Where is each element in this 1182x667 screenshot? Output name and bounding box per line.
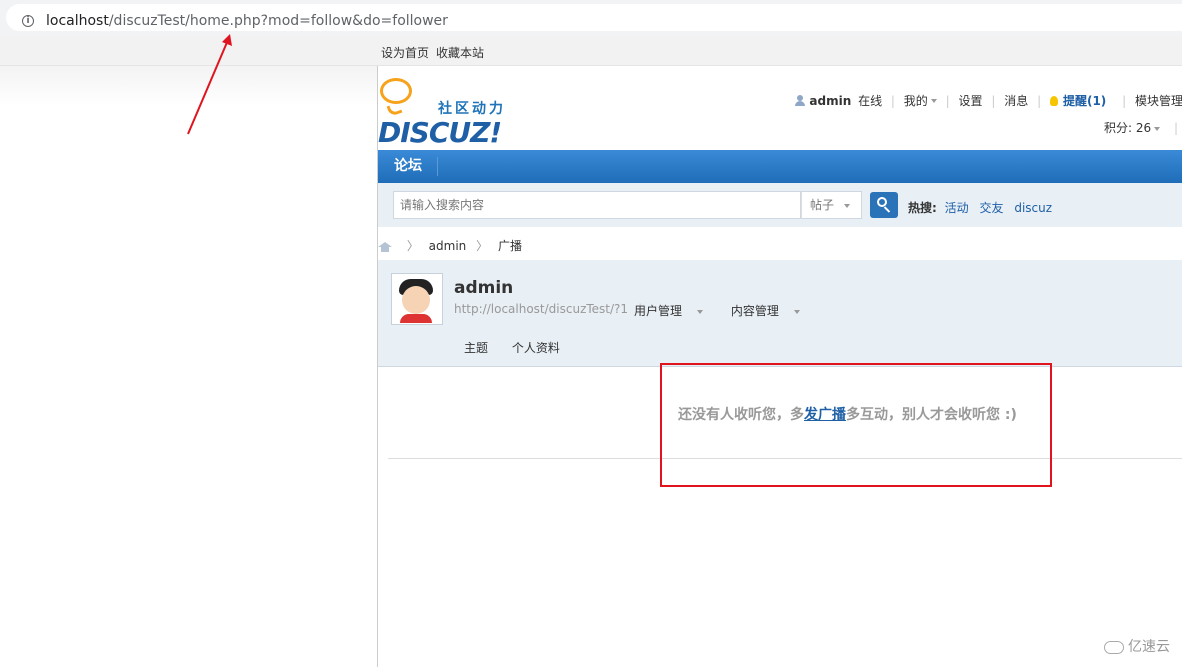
hot-search-label: 热搜: [908, 201, 937, 215]
chevron-down-icon [793, 309, 800, 314]
nav-divider [437, 157, 438, 176]
hot-search-item[interactable]: 交友 [979, 201, 1003, 215]
search-type-select[interactable]: 帖子 [801, 191, 862, 219]
profile-header: admin http://localhost/discuzTest/?1 | 用户… [378, 260, 1182, 367]
browser-address-bar: i localhost/discuzTest/home.php?mod=foll… [0, 0, 1182, 36]
bookmark-link[interactable]: 收藏本站 [436, 44, 484, 61]
my-menu[interactable]: 我的 [904, 92, 937, 109]
separator: | [1037, 93, 1042, 108]
avatar-face [402, 286, 430, 314]
separator: | [890, 93, 895, 108]
search-icon-handle [883, 206, 891, 213]
score-label: 积分: 26 [1103, 121, 1152, 135]
separator: | [945, 93, 950, 108]
search-type-label: 帖子 [810, 198, 835, 212]
tab-topics[interactable]: 主题 [464, 341, 488, 355]
user-bar: admin 在线 | 我的 | 设置 | 消息 | 提醒(1) | 模块管理 [795, 92, 1182, 109]
watermark-text: 亿速云 [1128, 639, 1170, 655]
hot-search: 热搜: 活动 交友 discuz [908, 199, 1059, 216]
logo-wordmark: DISCUZ! [378, 116, 502, 149]
watermark: 亿速云 [1104, 636, 1170, 656]
nav-forum[interactable]: 论坛 [378, 150, 438, 183]
search-button[interactable] [870, 192, 898, 218]
top-toolbar: 设为首页 收藏本站 [0, 36, 1182, 66]
url-text[interactable]: localhost/discuzTest/home.php?mod=follow… [46, 13, 448, 29]
info-icon[interactable]: i [22, 15, 34, 27]
separator: | [991, 93, 996, 108]
breadcrumb-user[interactable]: admin [429, 239, 467, 253]
hot-search-item[interactable]: discuz [1014, 201, 1052, 215]
chevron-right-icon: 〉 [406, 239, 419, 253]
annotation-highlight-box [660, 363, 1052, 487]
chevron-right-icon: 〉 [476, 239, 489, 253]
tab-profile[interactable]: 个人资料 [512, 341, 560, 355]
score-bar: 积分: 26 | [1104, 119, 1182, 136]
online-status: 在线 [858, 94, 883, 108]
cloud-icon [1104, 640, 1124, 654]
separator: | [1122, 93, 1127, 108]
set-homepage-link[interactable]: 设为首页 [381, 44, 429, 61]
lightbulb-icon [1049, 95, 1058, 106]
messages-link[interactable]: 消息 [1004, 92, 1028, 109]
score-menu[interactable]: 积分: 26 [1103, 121, 1161, 135]
logo-subtitle: 社区动力 [438, 101, 506, 117]
settings-link[interactable]: 设置 [959, 92, 983, 109]
search-icon [877, 197, 887, 207]
avatar[interactable] [391, 273, 443, 325]
hot-search-item[interactable]: 活动 [945, 201, 969, 215]
chevron-down-icon [930, 98, 937, 103]
logo-bulb-icon [380, 78, 412, 104]
profile-menu: 用户管理 内容管理 [634, 302, 824, 319]
module-manage-link[interactable]: 模块管理 [1135, 92, 1182, 109]
url-host: localhost [46, 13, 109, 29]
url-field[interactable]: i localhost/discuzTest/home.php?mod=foll… [6, 4, 1182, 31]
discuz-logo[interactable]: 社区动力 DISCUZ! [378, 76, 518, 149]
user-manage-menu[interactable]: 用户管理 [634, 304, 715, 318]
username-link[interactable]: admin [809, 94, 851, 108]
user-icon [795, 95, 806, 106]
home-icon[interactable] [378, 241, 392, 252]
my-menu-label: 我的 [903, 94, 928, 108]
separator: | [1173, 121, 1178, 135]
profile-url-text: http://localhost/discuzTest/?1 [454, 302, 629, 316]
annotation-arrow [187, 34, 232, 135]
content-manage-label: 内容管理 [730, 304, 779, 318]
main-nav: 论坛 [378, 150, 1182, 183]
profile-tabs: 主题 个人资料 [464, 339, 580, 356]
breadcrumb: 〉 admin 〉 广播 [378, 237, 522, 254]
avatar-body [400, 314, 432, 323]
chevron-down-icon [1154, 126, 1161, 131]
chevron-down-icon [697, 309, 704, 314]
logo-bulb-tail [386, 102, 403, 117]
profile-name[interactable]: admin [454, 278, 513, 298]
user-manage-label: 用户管理 [634, 304, 683, 318]
content-manage-menu[interactable]: 内容管理 [731, 304, 812, 318]
url-path: /discuzTest/home.php?mod=follow&do=follo… [108, 13, 448, 29]
chevron-down-icon [844, 203, 851, 208]
breadcrumb-current: 广播 [497, 239, 522, 253]
remind-link[interactable]: 提醒(1) [1063, 92, 1106, 109]
search-bar: 请输入搜索内容 帖子 热搜: 活动 交友 discuz [378, 183, 1182, 227]
profile-url: http://localhost/discuzTest/?1 | [454, 302, 647, 316]
search-input[interactable]: 请输入搜索内容 [393, 191, 801, 219]
